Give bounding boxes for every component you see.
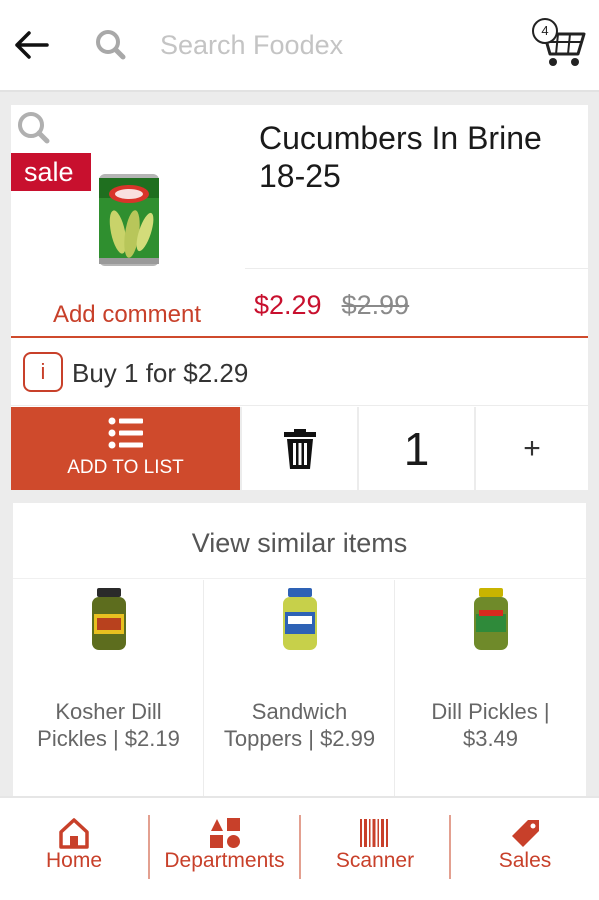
similar-item[interactable]: Sandwich Toppers | $2.99 (204, 580, 395, 798)
similar-item[interactable]: Dill Pickles | $3.49 (395, 580, 586, 798)
sale-badge: sale (11, 153, 91, 191)
home-icon (59, 818, 89, 849)
back-arrow-icon[interactable] (8, 22, 54, 68)
cart-button[interactable]: 4 (526, 12, 590, 70)
add-to-list-button[interactable]: ADD TO LIST (11, 407, 240, 490)
product-image-area: sale Add comment (11, 105, 243, 337)
original-price: $2.99 (341, 289, 410, 320)
nav-departments[interactable]: Departments (150, 798, 299, 900)
increase-quantity-button[interactable]: + (474, 407, 588, 490)
similar-items-section: View similar items Kosher Dill Pickles |… (13, 503, 586, 798)
cart-count-badge: 4 (532, 18, 558, 44)
sale-tag-icon (512, 820, 539, 847)
nav-sales[interactable]: Sales (451, 798, 599, 900)
action-row: ADD TO LIST 1 + (11, 407, 588, 490)
similar-items-heading: View similar items (13, 503, 586, 579)
similar-item-label: Kosher Dill Pickles | $2.19 (37, 699, 180, 751)
barcode-icon (360, 819, 388, 847)
nav-home[interactable]: Home (0, 798, 148, 900)
price-row: $2.29 $2.99 (254, 285, 409, 325)
nav-scanner[interactable]: Scanner (301, 798, 449, 900)
pickle-jar-icon (283, 588, 317, 650)
trash-icon (283, 428, 316, 469)
nav-departments-label: Departments (164, 849, 285, 872)
pickle-jar-icon (474, 588, 508, 650)
sale-price: $2.29 (254, 289, 322, 320)
product-title: Cucumbers In Brine 18-25 (259, 120, 542, 194)
nav-home-label: Home (45, 849, 103, 872)
nav-sales-label: Sales (498, 849, 552, 872)
list-icon (108, 417, 143, 449)
promo-row: i Buy 1 for $2.29 (11, 338, 588, 406)
info-icon[interactable]: i (23, 352, 63, 392)
search-icon[interactable] (92, 26, 130, 64)
nav-scanner-label: Scanner (335, 849, 415, 872)
product-title-box: Cucumbers In Brine 18-25 (245, 105, 588, 269)
product-can-image (99, 174, 159, 266)
similar-item-label: Sandwich Toppers | $2.99 (223, 699, 376, 751)
bottom-navigation: Home Departments Scanner Sales (0, 796, 599, 900)
delete-button[interactable] (240, 407, 357, 490)
pickle-jar-icon (92, 588, 126, 650)
departments-icon (209, 818, 240, 848)
product-card: sale Add comment Cucumbers In Brine 18-2… (11, 105, 588, 490)
top-bar: 4 (0, 0, 599, 92)
quantity-value: 1 (357, 407, 474, 490)
similar-item[interactable]: Kosher Dill Pickles | $2.19 (13, 580, 204, 798)
zoom-icon[interactable] (15, 109, 53, 147)
add-to-list-label: ADD TO LIST (67, 457, 184, 478)
promo-text: Buy 1 for $2.29 (72, 358, 249, 388)
search-input[interactable] (150, 20, 480, 70)
similar-item-label: Dill Pickles | $3.49 (431, 699, 550, 751)
add-comment-link[interactable]: Add comment (11, 301, 243, 329)
